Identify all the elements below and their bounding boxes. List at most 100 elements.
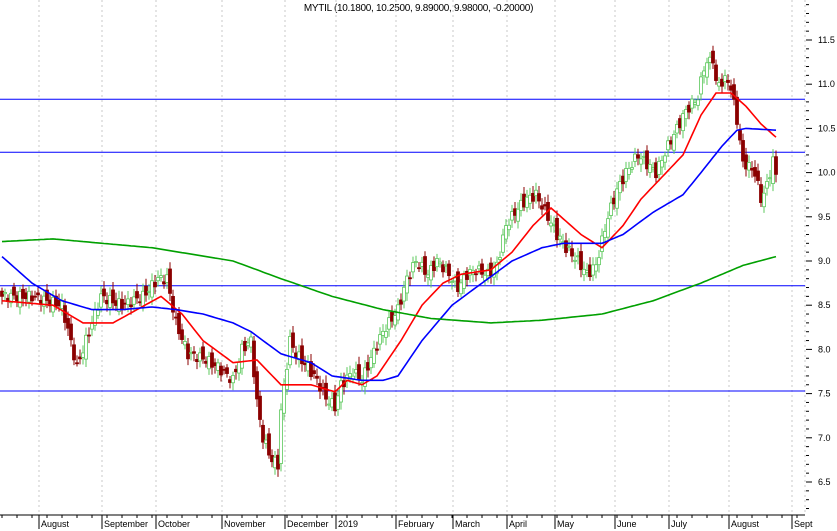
candle-up — [426, 274, 430, 278]
candle-down — [774, 156, 778, 175]
candle-up — [216, 362, 220, 371]
candle-down — [441, 264, 445, 273]
candle-up — [684, 109, 688, 120]
candle-down — [432, 260, 436, 271]
candle-down — [180, 329, 184, 340]
candle-up — [552, 223, 556, 226]
x-tick-label: June — [617, 519, 637, 529]
candle-down — [735, 96, 739, 125]
candle-up — [690, 98, 694, 109]
candle-down — [480, 263, 484, 275]
x-tick-label: September — [104, 519, 148, 529]
candle-up — [249, 336, 253, 348]
candle-down — [756, 170, 760, 181]
candle-up — [90, 323, 94, 330]
candle-up — [246, 342, 250, 347]
candle-up — [3, 292, 7, 295]
candle-up — [159, 275, 163, 278]
candle-up — [525, 196, 529, 208]
candle-down — [423, 256, 427, 275]
x-tick-label: August — [731, 519, 760, 529]
candle-up — [354, 369, 358, 374]
candle-up — [282, 384, 286, 414]
candle-up — [384, 331, 388, 338]
candle-down — [252, 340, 256, 378]
candle-up — [237, 361, 241, 374]
candle-down — [324, 382, 328, 400]
candle-up — [387, 317, 391, 330]
candle-down — [213, 362, 217, 367]
candle-up — [708, 56, 712, 63]
candle-up — [594, 264, 598, 272]
candle-down — [399, 299, 403, 305]
candle-up — [165, 274, 169, 283]
x-tick-label: February — [398, 519, 435, 529]
candle-up — [18, 290, 22, 308]
candle-down — [219, 365, 223, 376]
candle-down — [36, 292, 40, 296]
candle-down — [105, 299, 109, 305]
candle-down — [15, 295, 19, 302]
candle-up — [762, 192, 766, 208]
candle-down — [645, 150, 649, 170]
candle-down — [243, 341, 247, 352]
candle-down — [333, 392, 337, 412]
candle-down — [375, 348, 379, 351]
candle-up — [183, 341, 187, 346]
candle-up — [576, 255, 580, 258]
candle-down — [276, 454, 280, 470]
candle-down — [168, 268, 172, 294]
candle-down — [153, 281, 157, 288]
candle-up — [567, 245, 571, 248]
candle-up — [147, 290, 151, 293]
y-tick-label: 11.0 — [818, 79, 835, 89]
candle-down — [0, 290, 4, 297]
x-tick-label: December — [287, 519, 329, 529]
candle-down — [303, 362, 307, 366]
candle-down — [738, 130, 742, 141]
candle-down — [258, 395, 262, 420]
candle-up — [534, 189, 538, 197]
candle-up — [624, 168, 628, 182]
candle-down — [261, 424, 265, 443]
candle-down — [177, 312, 181, 335]
candle-up — [639, 158, 643, 165]
candle-up — [372, 347, 376, 364]
candle-up — [81, 352, 85, 358]
candle-down — [390, 311, 394, 322]
candle-up — [84, 334, 88, 360]
candle-up — [141, 290, 145, 307]
candle-up — [150, 280, 154, 298]
candle-down — [726, 79, 730, 83]
candle-up — [651, 167, 655, 170]
candle-up — [549, 222, 553, 227]
candle-down — [408, 277, 412, 280]
candle-down — [102, 288, 106, 297]
candle-up — [642, 155, 646, 158]
candle-up — [507, 224, 511, 231]
candle-up — [609, 202, 613, 216]
x-tick-label: July — [671, 519, 688, 529]
candle-down — [111, 289, 115, 304]
candle-down — [162, 281, 166, 285]
candle-up — [339, 380, 343, 403]
x-tick-label: October — [158, 519, 190, 529]
candle-down — [174, 316, 178, 319]
x-tick-label: 2019 — [338, 519, 358, 529]
candle-down — [588, 264, 592, 278]
candle-up — [615, 188, 619, 209]
candle-up — [747, 162, 751, 171]
candle-up — [279, 409, 283, 464]
candle-down — [291, 332, 295, 348]
candle-down — [255, 371, 259, 400]
candle-up — [693, 102, 697, 105]
candle-down — [612, 197, 616, 205]
candle-down — [195, 359, 199, 362]
moving-average-line — [1, 92, 777, 393]
candle-up — [327, 403, 331, 406]
candle-down — [30, 295, 34, 302]
x-tick-label: Sept — [794, 519, 813, 529]
candle-down — [78, 356, 82, 360]
candle-down — [129, 304, 133, 308]
candle-up — [288, 336, 292, 366]
